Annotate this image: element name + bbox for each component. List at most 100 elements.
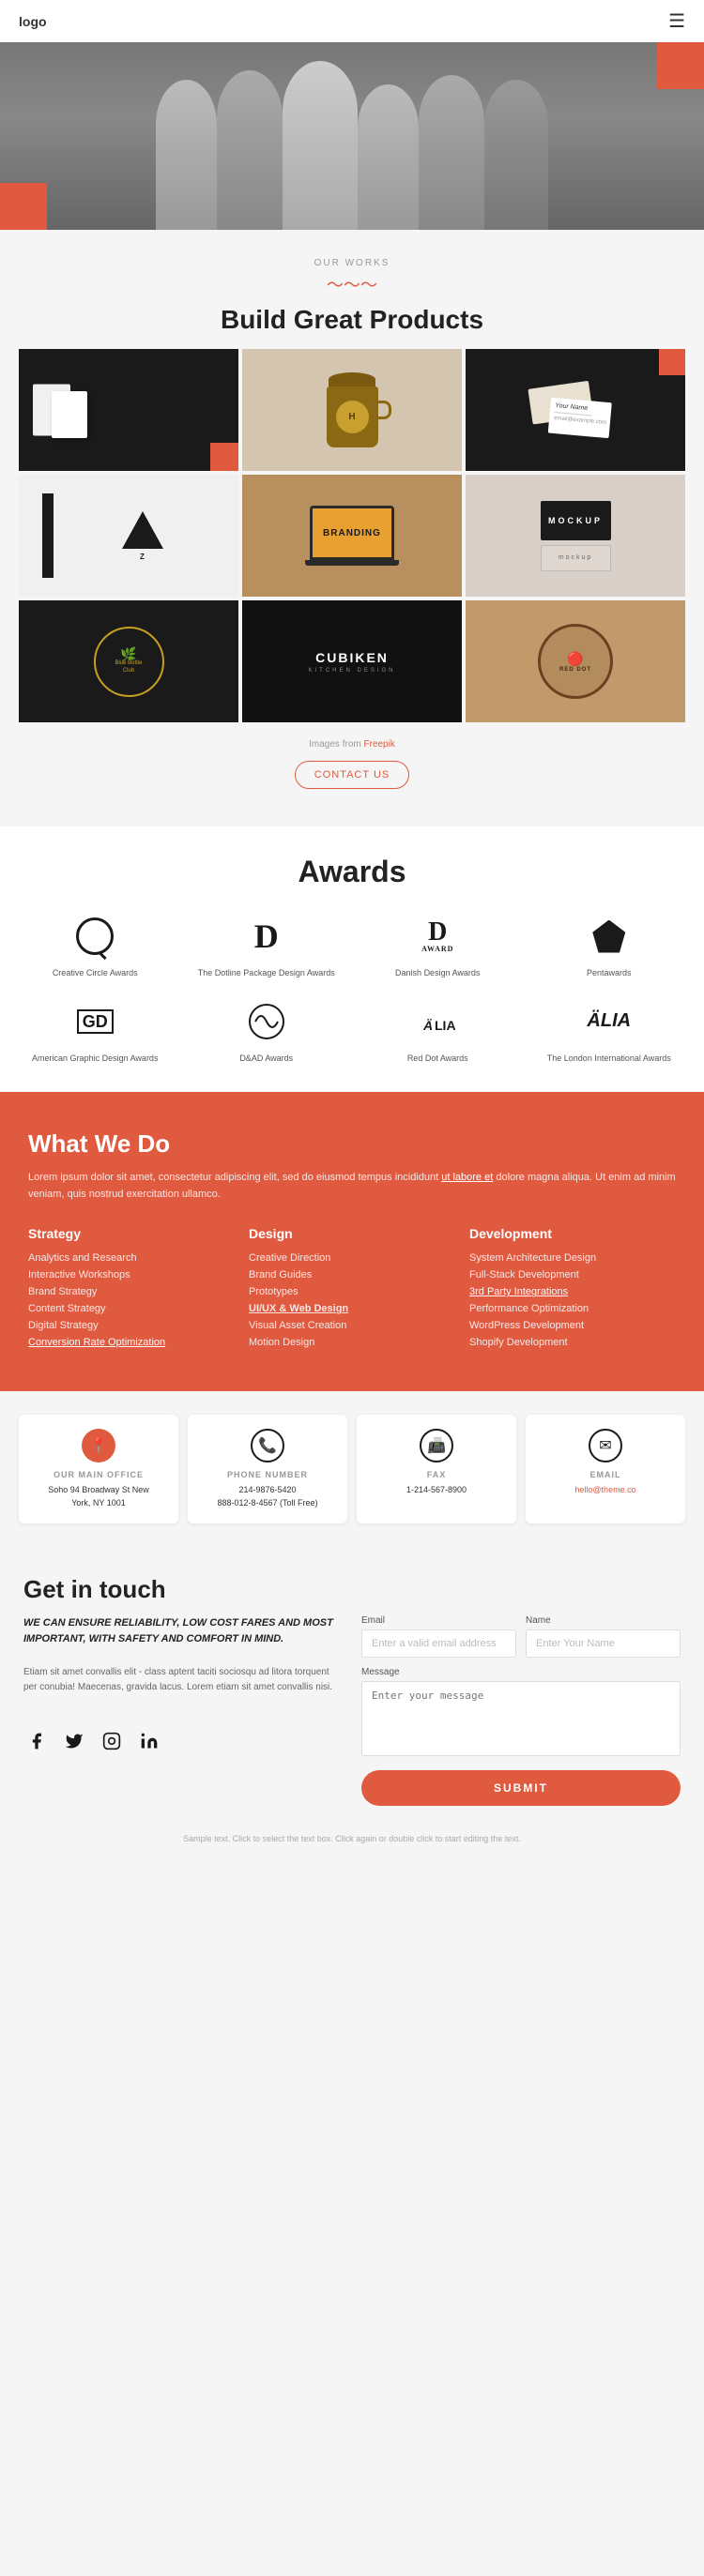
award-item-6: D&AD Awards <box>191 998 344 1065</box>
fax-value: 1-214-567-8900 <box>366 1484 507 1497</box>
strategy-item-2[interactable]: Interactive Workshops <box>28 1269 235 1280</box>
strategy-item-6[interactable]: Conversion Rate Optimization <box>28 1337 235 1348</box>
strategy-item-3[interactable]: Brand Strategy <box>28 1286 235 1297</box>
submit-button[interactable]: SUBMIT <box>361 1770 681 1806</box>
get-in-touch-section: Get in touch WE CAN ENSURE RELIABILITY, … <box>0 1547 704 1825</box>
email-title: EMAIL <box>535 1470 676 1479</box>
what-desc-link[interactable]: ut labore et <box>441 1172 493 1183</box>
award-item-7: Ä LIA Red Dot Awards <box>361 998 514 1065</box>
grid-item-7[interactable]: 🌿 Blue BottleClub <box>19 600 238 722</box>
contact-btn-wrap: CONTACT US <box>0 761 704 789</box>
cubiken-sub: KITCHEN DESIGN <box>308 668 395 674</box>
email-input[interactable] <box>361 1629 516 1658</box>
strategy-item-1[interactable]: Analytics and Research <box>28 1252 235 1264</box>
grid-item-8[interactable]: CUBIKEN KITCHEN DESIGN <box>242 600 462 722</box>
dev-item-2[interactable]: Full-Stack Development <box>469 1269 676 1280</box>
red-accent-tr <box>659 349 685 375</box>
hero-accent-bl <box>0 183 47 230</box>
name-field-label: Name <box>526 1615 681 1626</box>
award-logo-1 <box>71 913 118 960</box>
design-item-6[interactable]: Motion Design <box>249 1337 455 1348</box>
branding-text: BRANDING <box>323 528 381 538</box>
design-title: Design <box>249 1226 455 1241</box>
email-field-label: Email <box>361 1615 516 1626</box>
touch-left: WE CAN ENSURE RELIABILITY, LOW COST FARE… <box>23 1615 343 1806</box>
reddot-icon: Ä LIA <box>420 1004 455 1039</box>
freepik-link[interactable]: Freepik <box>364 739 395 750</box>
logo: logo <box>19 14 47 29</box>
what-we-do-section: What We Do Lorem ipsum dolor sit amet, c… <box>0 1092 704 1391</box>
office-title: OUR MAIN OFFICE <box>28 1470 169 1479</box>
works-grid: H Your Name email@example.com <box>0 349 704 732</box>
strategy-item-5[interactable]: Digital Strategy <box>28 1320 235 1331</box>
footer-note: Sample text. Click to select the text bo… <box>0 1825 704 1853</box>
award-name-8: The London International Awards <box>547 1053 671 1065</box>
grid-item-2[interactable]: H <box>242 349 462 471</box>
touch-desc: Etiam sit amet convallis elit - class ap… <box>23 1665 343 1695</box>
award-logo-7: Ä LIA <box>414 998 461 1045</box>
dev-item-1[interactable]: System Architecture Design <box>469 1252 676 1264</box>
touch-title: Get in touch <box>23 1575 681 1604</box>
development-title: Development <box>469 1226 676 1241</box>
phone-icon: 📞 <box>251 1429 284 1462</box>
creative-circle-icon <box>76 917 114 955</box>
menu-icon[interactable]: ☰ <box>668 9 685 33</box>
design-item-4[interactable]: UI/UX & Web Design <box>249 1303 455 1314</box>
dad-awards-icon <box>248 1003 285 1040</box>
dev-item-4[interactable]: Performance Optimization <box>469 1303 676 1314</box>
grid-item-6[interactable]: MOCKUP mockup <box>466 475 685 597</box>
development-list: System Architecture Design Full-Stack De… <box>469 1252 676 1348</box>
our-works-section: OUR WORKS 〜〜〜 Build Great Products H <box>0 230 704 826</box>
design-item-2[interactable]: Brand Guides <box>249 1269 455 1280</box>
award-item-4: Pentawards <box>533 913 686 979</box>
award-logo-8: ÄLIA <box>586 998 633 1045</box>
footer-text: Sample text. Click to select the text bo… <box>183 1834 521 1843</box>
cubiken-text: CUBIKEN <box>315 650 389 665</box>
facebook-icon[interactable] <box>23 1728 50 1754</box>
dev-item-6[interactable]: Shopify Development <box>469 1337 676 1348</box>
lia-icon: ÄLIA <box>587 1010 631 1032</box>
name-input[interactable] <box>526 1629 681 1658</box>
message-input[interactable] <box>361 1681 681 1756</box>
contact-card-phone: 📞 PHONE NUMBER 214-9876-5420888-012-8-45… <box>188 1415 347 1523</box>
strategy-item-4[interactable]: Content Strategy <box>28 1303 235 1314</box>
strategy-list: Analytics and Research Interactive Works… <box>28 1252 235 1348</box>
award-item-8: ÄLIA The London International Awards <box>533 998 686 1065</box>
grid-item-4[interactable]: Z <box>19 475 238 597</box>
contact-btn[interactable]: CONTACT US <box>295 761 410 789</box>
message-field-group: Message <box>361 1667 681 1756</box>
awards-grid: Creative Circle Awards D The Dotline Pac… <box>19 913 685 1064</box>
hero-accent-tr <box>657 42 704 89</box>
instagram-icon[interactable] <box>99 1728 125 1754</box>
award-name-4: Pentawards <box>587 967 632 979</box>
svg-text:LIA: LIA <box>435 1018 455 1033</box>
phone-value: 214-9876-5420888-012-8-4567 (Toll Free) <box>197 1484 338 1509</box>
touch-tagline: WE CAN ENSURE RELIABILITY, LOW COST FARE… <box>23 1615 343 1646</box>
grid-item-3[interactable]: Your Name email@example.com <box>466 349 685 471</box>
award-logo-5: GD <box>71 998 118 1045</box>
award-item-5: GD American Graphic Design Awards <box>19 998 172 1065</box>
email-link[interactable]: hello@theme.co <box>574 1485 635 1494</box>
dev-item-5[interactable]: WordPress Development <box>469 1320 676 1331</box>
services-grid: Strategy Analytics and Research Interact… <box>28 1226 676 1354</box>
grid-item-5[interactable]: BRANDING <box>242 475 462 597</box>
linkedin-icon[interactable] <box>136 1728 162 1754</box>
award-logo-4 <box>586 913 633 960</box>
grid-item-9[interactable]: 🔴 RED DOT <box>466 600 685 722</box>
dev-item-3[interactable]: 3rd Party Integrations <box>469 1286 676 1297</box>
danish-design-icon: D AWARD <box>421 919 453 953</box>
hero-section <box>0 42 704 230</box>
dotline-icon: D <box>254 919 279 953</box>
email-value: hello@theme.co <box>535 1484 676 1497</box>
works-overline: OUR WORKS <box>19 258 685 268</box>
award-name-2: The Dotline Package Design Awards <box>198 967 335 979</box>
what-desc: Lorem ipsum dolor sit amet, consectetur … <box>28 1170 676 1203</box>
award-name-1: Creative Circle Awards <box>53 967 138 979</box>
design-item-1[interactable]: Creative Direction <box>249 1252 455 1264</box>
design-item-3[interactable]: Prototypes <box>249 1286 455 1297</box>
twitter-icon[interactable] <box>61 1728 87 1754</box>
what-title: What We Do <box>28 1129 676 1159</box>
design-item-5[interactable]: Visual Asset Creation <box>249 1320 455 1331</box>
grid-item-1[interactable] <box>19 349 238 471</box>
location-icon: 📍 <box>82 1429 115 1462</box>
